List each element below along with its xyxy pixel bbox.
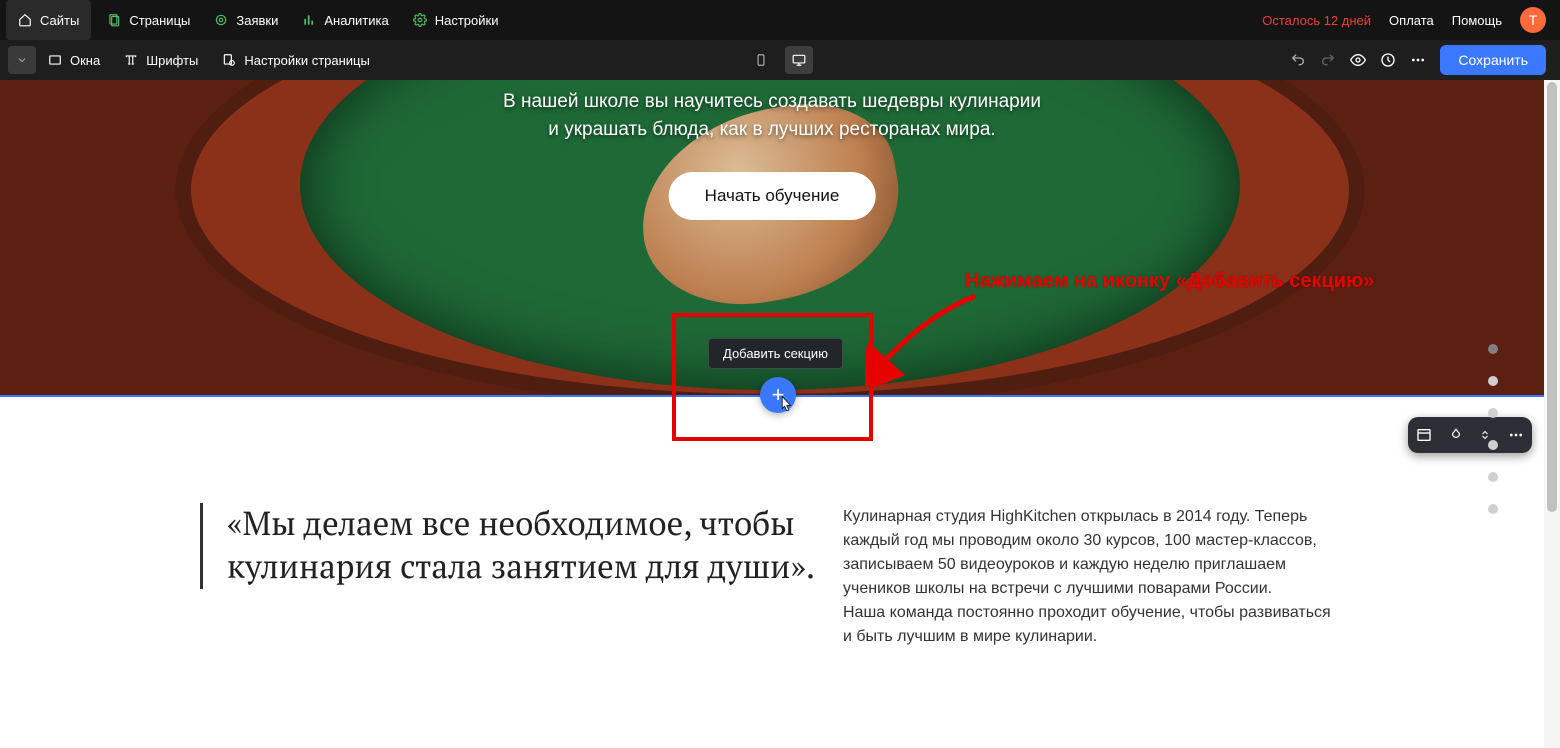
chart-icon	[302, 13, 316, 27]
layout-icon[interactable]	[1416, 427, 1432, 443]
nav-label: Сайты	[40, 13, 79, 28]
house-icon	[18, 13, 32, 27]
section-float-toolbar	[1408, 417, 1532, 453]
nav-analytics[interactable]: Аналитика	[290, 0, 400, 40]
save-button[interactable]: Сохранить	[1440, 45, 1546, 75]
top-navbar: Сайты Страницы Заявки Аналитика Настройк…	[0, 0, 1560, 40]
fonts-tool[interactable]: Шрифты	[112, 40, 210, 80]
nav-label: Страницы	[129, 13, 190, 28]
nav-label: Аналитика	[324, 13, 388, 28]
windows-tool[interactable]: Окна	[36, 40, 112, 80]
nav-pages[interactable]: Страницы	[95, 0, 202, 40]
cursor-pointer-icon	[777, 393, 795, 415]
page-gear-icon	[222, 53, 236, 67]
annotation-text: Нажимаем на иконку «Добавить секцию»	[965, 270, 1374, 293]
preview-icon[interactable]	[1350, 52, 1366, 68]
nav-label: Заявки	[236, 13, 278, 28]
page-canvas: В нашей школе вы научитесь создавать шед…	[0, 80, 1544, 748]
more-icon[interactable]	[1410, 52, 1426, 68]
toolbar-right: Сохранить	[1290, 45, 1560, 75]
nav-requests[interactable]: Заявки	[202, 0, 290, 40]
type-icon	[124, 53, 138, 67]
gear-icon	[413, 13, 427, 27]
more-icon[interactable]	[1508, 427, 1524, 443]
mobile-viewport[interactable]	[747, 46, 775, 74]
redo-icon[interactable]	[1320, 52, 1336, 68]
page-settings-tool[interactable]: Настройки страницы	[210, 40, 382, 80]
structure-toggle[interactable]	[8, 46, 36, 74]
paragraph: Кулинарная студия HighKitchen открылась …	[843, 505, 1338, 601]
viewport-switcher	[747, 46, 813, 74]
about-section[interactable]: «Мы делаем все необходимое, чтобы кулина…	[0, 397, 1544, 748]
add-section-tooltip: Добавить секцию	[708, 338, 843, 369]
trial-remaining: Осталось 12 дней	[1262, 13, 1371, 28]
topbar-right: Осталось 12 дней Оплата Помощь Т	[1262, 7, 1560, 33]
paragraph: Наша команда постоянно проходит обучение…	[843, 601, 1338, 649]
pages-icon	[107, 13, 121, 27]
help-link[interactable]: Помощь	[1452, 13, 1502, 28]
tool-label: Настройки страницы	[244, 53, 370, 68]
history-icon[interactable]	[1380, 52, 1396, 68]
nav-dot[interactable]	[1488, 472, 1498, 482]
window-icon	[48, 53, 62, 67]
cta-button[interactable]: Начать обучение	[669, 172, 876, 220]
desktop-viewport[interactable]	[785, 46, 813, 74]
tool-label: Шрифты	[146, 53, 198, 68]
payment-link[interactable]: Оплата	[1389, 13, 1434, 28]
nav-label: Настройки	[435, 13, 499, 28]
undo-icon[interactable]	[1290, 52, 1306, 68]
droplet-icon[interactable]	[1449, 427, 1463, 443]
nav-dot[interactable]	[1488, 504, 1498, 514]
nav-sites[interactable]: Сайты	[6, 0, 91, 40]
nav-dot[interactable]	[1488, 376, 1498, 386]
tool-label: Окна	[70, 53, 100, 68]
nav-dot[interactable]	[1488, 344, 1498, 354]
target-icon	[214, 13, 228, 27]
nav-dot[interactable]	[1488, 408, 1498, 418]
about-paragraphs[interactable]: Кулинарная студия HighKitchen открылась …	[843, 505, 1338, 649]
avatar-letter: Т	[1529, 12, 1538, 28]
nav-settings[interactable]: Настройки	[401, 0, 511, 40]
section-nav-dots	[1488, 344, 1498, 514]
hero-subtitle[interactable]: В нашей школе вы научитесь создавать шед…	[0, 88, 1544, 144]
quote-text[interactable]: «Мы делаем все необходимое, чтобы кулина…	[200, 503, 827, 589]
scrollbar-handle[interactable]	[1547, 82, 1557, 512]
nav-dot[interactable]	[1488, 440, 1498, 450]
user-avatar[interactable]: Т	[1520, 7, 1546, 33]
